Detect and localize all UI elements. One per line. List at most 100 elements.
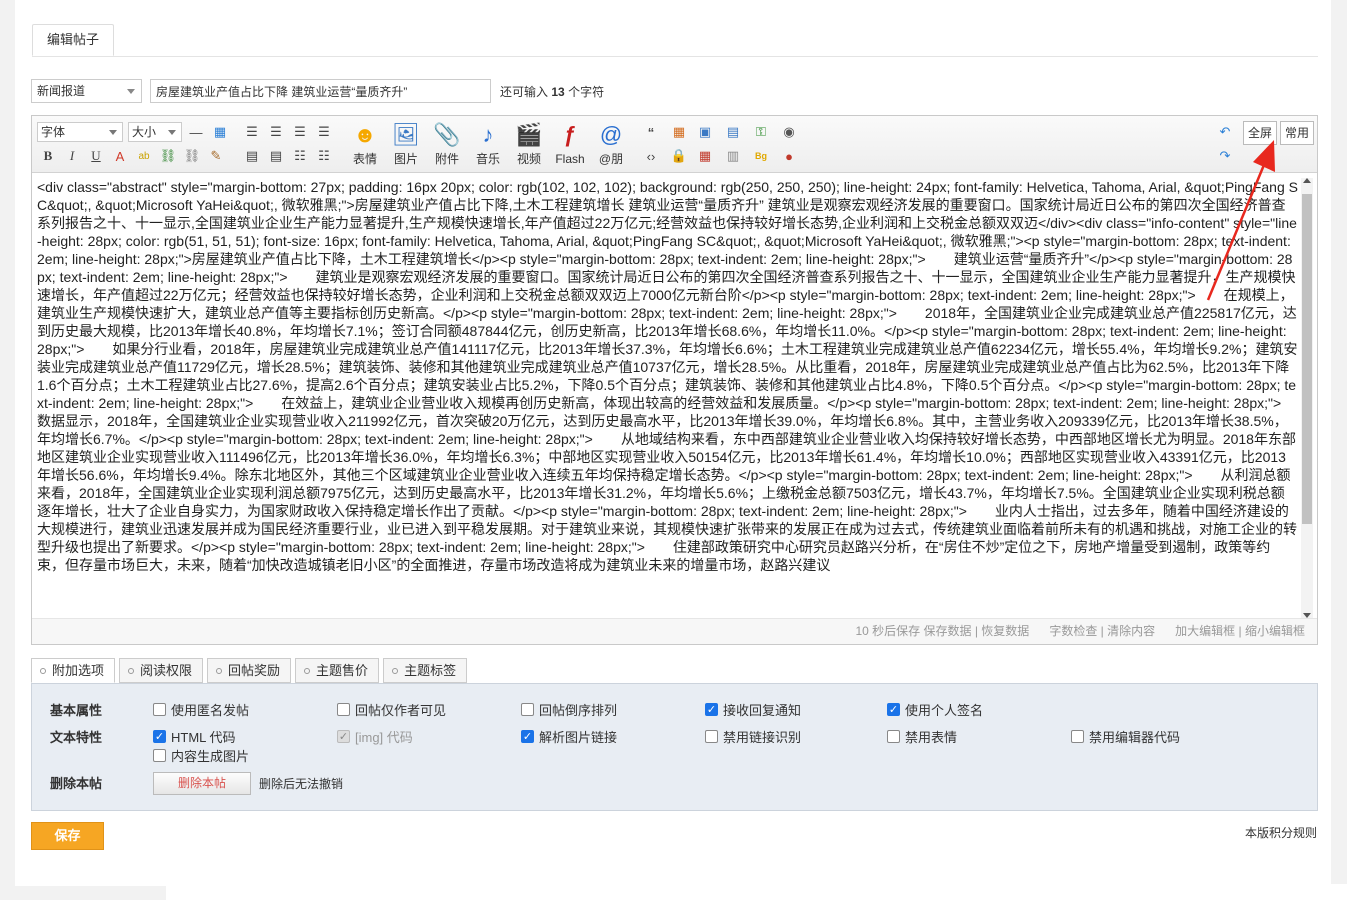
table-insert-icon[interactable]: ▦ [696, 147, 714, 165]
use-signature-checkbox[interactable]: ✓ 使用个人签名 [887, 700, 983, 719]
chevron-down-icon [127, 89, 135, 94]
save-button[interactable]: 保存 [31, 822, 104, 850]
enlarge-editor-link[interactable]: 加大编辑框 [1175, 624, 1235, 638]
audio-icon[interactable]: ◉ [780, 123, 798, 141]
fullscreen-button[interactable]: 全屏 [1243, 121, 1278, 145]
disable-smilies-checkbox[interactable]: 禁用表情 [887, 727, 957, 746]
layout-icon[interactable]: ▥ [724, 147, 742, 165]
tab-reply-reward[interactable]: 回帖奖励 [207, 658, 292, 683]
align-justify-icon[interactable]: ☰ [315, 123, 333, 141]
checkbox-label: 使用个人签名 [905, 703, 984, 718]
page-icon[interactable]: ▤ [724, 123, 742, 141]
restore-data-link[interactable]: 恢复数据 [981, 624, 1029, 638]
editor-scrollbar[interactable] [1301, 178, 1313, 618]
toolbar-video-label: 视频 [516, 152, 541, 166]
eraser-icon[interactable]: ✎ [207, 147, 225, 165]
extra-options-panel: 基本属性 文本特性 删除本帖 使用匿名发帖 回帖仅作者可见 回帖倒序排列 ✓ 接收… [31, 683, 1318, 811]
reply-notify-checkbox[interactable]: ✓ 接收回复通知 [705, 700, 801, 719]
toolbar-music-button[interactable]: ♪ 音乐 [468, 119, 508, 171]
tab-read-permission[interactable]: 阅读权限 [119, 658, 204, 683]
reply-author-only-checkbox[interactable]: 回帖仅作者可见 [337, 700, 446, 719]
title-row: 新闻报道 还可输入 13 个字符 [31, 79, 604, 103]
link-icon[interactable]: ⛓ [159, 147, 177, 165]
autosave-countdown: 10 秒后保存 [855, 624, 921, 638]
align-right-icon[interactable]: ☰ [291, 123, 309, 141]
align-center-icon[interactable]: ☰ [267, 123, 285, 141]
unordered-list-icon[interactable]: ☷ [315, 147, 333, 165]
tab-edit-post[interactable]: 编辑帖子 [32, 24, 115, 56]
italic-icon[interactable]: I [63, 147, 81, 165]
checkbox-box [521, 703, 534, 716]
ordered-list-icon[interactable]: ☷ [291, 147, 309, 165]
undo-icon[interactable]: ↶ [1216, 123, 1234, 141]
checkbox-label: 接收回复通知 [723, 703, 802, 718]
chevron-down-icon [109, 130, 117, 135]
reverse-order-checkbox[interactable]: 回帖倒序排列 [521, 700, 617, 719]
highlight-icon[interactable]: ab [135, 147, 153, 165]
checkbox-box [705, 730, 718, 743]
free-icon[interactable]: ▦ [670, 123, 688, 141]
toolbar-mention-label: @朋 [598, 152, 624, 166]
lock-icon[interactable]: 🔒 [670, 147, 688, 165]
float-right-icon[interactable]: ▤ [267, 147, 285, 165]
underline-icon[interactable]: U [87, 147, 105, 165]
post-title-input[interactable] [150, 79, 491, 103]
bold-icon[interactable]: B [39, 147, 57, 165]
common-mode-button[interactable]: 常用 [1280, 121, 1315, 145]
horizontal-rule-icon[interactable]: — [187, 123, 205, 141]
toolbar-flash-label: Flash [555, 152, 585, 166]
table-icon[interactable]: ▦ [211, 123, 229, 141]
toolbar-flash-button[interactable]: ƒ Flash [550, 119, 590, 171]
tab-dot-icon [216, 668, 223, 674]
checkbox-label: HTML 代码 [171, 730, 236, 745]
code-icon[interactable]: ‹› [642, 147, 660, 165]
font-family-select[interactable]: 字体 [37, 122, 123, 142]
scroll-up-icon[interactable] [1303, 178, 1311, 183]
forum-points-rules-link[interactable]: 本版积分规则 [1245, 824, 1317, 841]
tab-thread-price[interactable]: 主题售价 [295, 658, 380, 683]
tab-thread-tags[interactable]: 主题标签 [383, 658, 468, 683]
font-size-select[interactable]: 大小 [128, 122, 182, 142]
check-icon: ✓ [887, 703, 900, 716]
checkbox-label: 使用匿名发帖 [171, 703, 250, 718]
quote-icon[interactable]: “ [642, 123, 660, 141]
scroll-thumb[interactable] [1302, 194, 1312, 524]
align-left-icon[interactable]: ☰ [243, 123, 261, 141]
checkbox-label: 禁用表情 [905, 730, 958, 745]
toolbar-image-label: 图片 [393, 152, 418, 166]
font-color-icon[interactable]: A [111, 147, 129, 165]
clear-content-link[interactable]: 清除内容 [1107, 624, 1155, 638]
checkbox-box [337, 703, 350, 716]
tab-extra-options[interactable]: 附加选项 [31, 658, 116, 683]
redo-icon[interactable]: ↷ [1216, 147, 1234, 165]
content-to-image-checkbox[interactable]: 内容生成图片 [153, 746, 249, 765]
options-tab-bar: 附加选项 阅读权限 回帖奖励 主题售价 主题标签 [31, 658, 471, 684]
unlink-icon[interactable]: ⛓ [183, 147, 201, 165]
toolbar-attachment-button[interactable]: 📎 附件 [427, 119, 467, 171]
html-code-checkbox[interactable]: ✓ HTML 代码 [153, 727, 236, 746]
password-icon[interactable]: ⚿ [752, 123, 770, 141]
anonymous-post-checkbox[interactable]: 使用匿名发帖 [153, 700, 249, 719]
delete-post-button[interactable]: 删除本帖 [153, 772, 251, 795]
toolbar-image-button[interactable]: 🖼 图片 [386, 119, 426, 171]
toolbar-emoji-button[interactable]: ☻ 表情 [345, 119, 385, 171]
disable-link-detect-checkbox[interactable]: 禁用链接识别 [705, 727, 801, 746]
bg-icon[interactable]: Bg [752, 147, 770, 165]
shrink-editor-link[interactable]: 缩小编辑框 [1245, 624, 1305, 638]
category-select-value: 新闻报道 [37, 84, 86, 98]
paperclip-icon: 📎 [433, 122, 461, 147]
toolbar-emoji-label: 表情 [352, 152, 377, 166]
float-left-icon[interactable]: ▤ [243, 147, 261, 165]
disable-editor-code-checkbox[interactable]: 禁用编辑器代码 [1071, 727, 1180, 746]
parse-image-links-checkbox[interactable]: ✓ 解析图片链接 [521, 727, 617, 746]
qq-icon[interactable]: ● [780, 147, 798, 165]
tab-extra-options-label: 附加选项 [52, 663, 105, 678]
toolbar-video-button[interactable]: 🎬 视频 [509, 119, 549, 171]
editor-source-textarea[interactable]: <div class="abstract" style="margin-bott… [32, 173, 1302, 618]
word-check-link[interactable]: 字数检查 [1049, 624, 1097, 638]
category-select[interactable]: 新闻报道 [31, 79, 142, 103]
toolbar-mention-button[interactable]: @ @朋 [591, 119, 631, 171]
save-data-link[interactable]: 保存数据 [923, 624, 971, 638]
tab-read-permission-label: 阅读权限 [140, 663, 193, 678]
hide-icon[interactable]: ▣ [696, 123, 714, 141]
